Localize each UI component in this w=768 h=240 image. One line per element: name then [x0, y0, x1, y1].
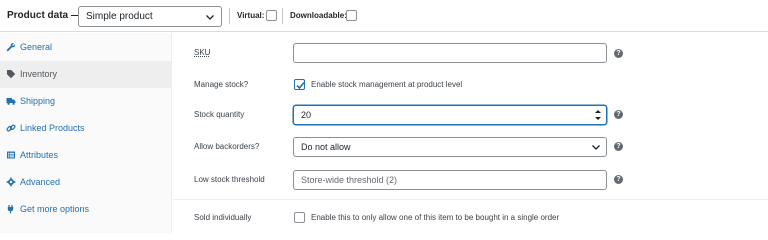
wrench-icon [6, 42, 16, 52]
spinner-arrows-icon[interactable] [594, 108, 602, 122]
sku-input[interactable] [293, 43, 607, 63]
tab-inventory[interactable]: Inventory [0, 61, 172, 88]
header-divider [229, 8, 230, 24]
tab-get-more-options-label: Get more options [20, 204, 90, 214]
backorders-label: Allow backorders? [194, 142, 260, 151]
plugin-icon [6, 204, 16, 214]
downloadable-label: Downloadable: [290, 11, 347, 20]
backorders-select[interactable]: Do not allow [293, 137, 607, 157]
chevron-down-icon [592, 145, 600, 150]
tab-advanced[interactable]: Advanced [0, 169, 172, 196]
manage-stock-label: Manage stock? [194, 80, 249, 89]
gear-icon [6, 177, 16, 187]
sold-individually-text: Enable this to only allow one of this it… [311, 213, 560, 222]
tag-icon [6, 69, 16, 79]
checkmark-icon [296, 81, 305, 90]
section-divider [173, 199, 768, 200]
header-divider [282, 8, 283, 24]
product-data-tabs: General Inventory Shipping Linked Produc… [0, 33, 172, 233]
chevron-down-icon [206, 15, 214, 20]
tab-attributes-label: Attributes [20, 150, 59, 160]
sku-label: SKU [194, 48, 211, 57]
tab-advanced-label: Advanced [20, 177, 61, 187]
tab-general[interactable]: General [0, 34, 172, 61]
low-stock-placeholder: Store-wide threshold (2) [301, 175, 398, 185]
link-icon [6, 123, 16, 133]
stock-quantity-value: 20 [301, 110, 312, 120]
tab-general-label: General [20, 42, 53, 52]
manage-stock-checkbox[interactable] [294, 79, 305, 90]
manage-stock-text: Enable stock management at product level [311, 80, 463, 89]
stock-quantity-label: Stock quantity [194, 110, 245, 119]
truck-icon [6, 96, 16, 106]
virtual-checkbox[interactable] [266, 10, 277, 21]
backorders-value: Do not allow [301, 142, 351, 152]
product-data-header: Product data — Simple product Virtual: D… [0, 0, 768, 32]
sold-individually-checkbox[interactable] [294, 212, 305, 223]
tab-inventory-label: Inventory [20, 69, 58, 79]
downloadable-checkbox[interactable] [346, 10, 357, 21]
help-icon[interactable]: ? [614, 110, 623, 119]
virtual-label: Virtual: [237, 11, 265, 20]
product-type-value: Simple product [86, 11, 153, 22]
sold-individually-label: Sold individually [194, 213, 252, 222]
low-stock-label: Low stock threshold [194, 175, 265, 184]
tab-attributes[interactable]: Attributes [0, 142, 172, 169]
tab-linked-products[interactable]: Linked Products [0, 115, 172, 142]
stock-quantity-input[interactable]: 20 [293, 105, 607, 125]
product-type-select[interactable]: Simple product [78, 6, 222, 27]
tab-shipping[interactable]: Shipping [0, 88, 172, 115]
tab-get-more-options[interactable]: Get more options [0, 196, 172, 223]
help-icon[interactable]: ? [614, 175, 623, 184]
help-icon[interactable]: ? [614, 49, 623, 58]
low-stock-input[interactable]: Store-wide threshold (2) [293, 170, 607, 190]
list-icon [6, 150, 16, 160]
product-data-title: Product data — [7, 10, 81, 21]
tab-shipping-label: Shipping [20, 96, 56, 106]
help-icon[interactable]: ? [614, 142, 623, 151]
tab-linked-products-label: Linked Products [20, 123, 85, 133]
